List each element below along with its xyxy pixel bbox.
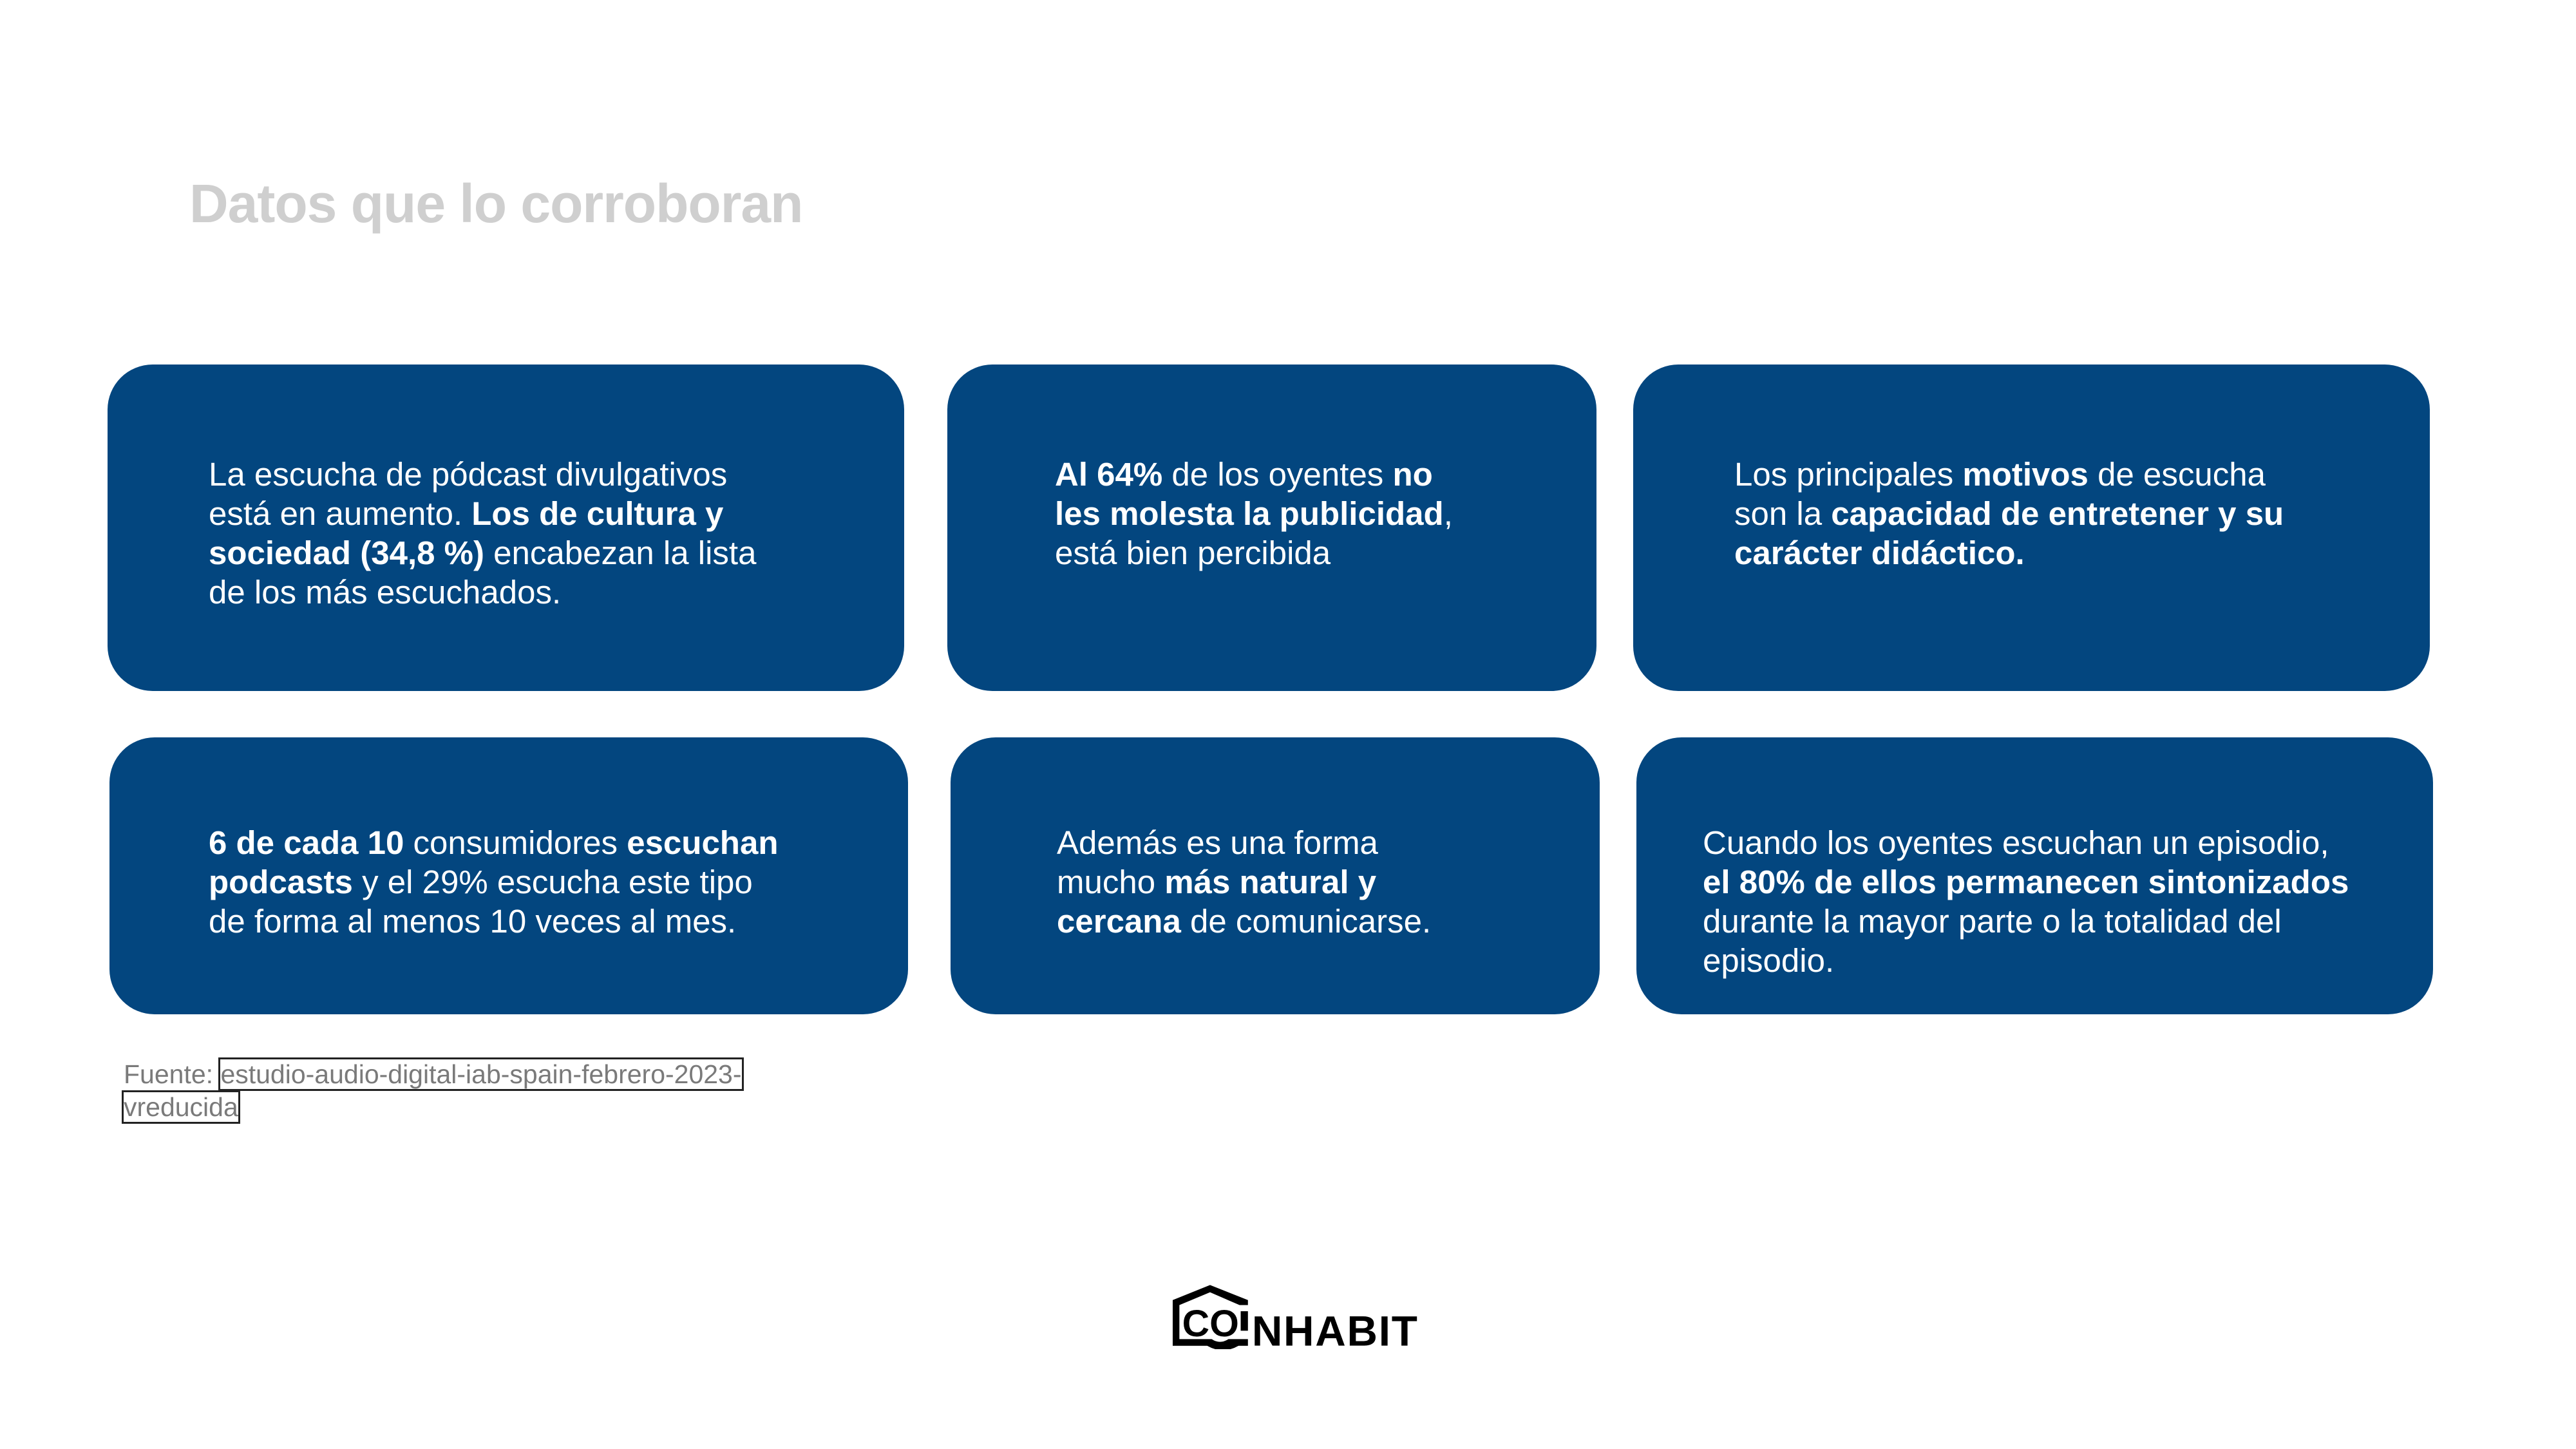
body-text: encabezan la lista xyxy=(484,535,757,571)
body-text: episodio. xyxy=(1703,942,1835,979)
stat-card-text: Cuando los oyentes escuchan un episodio,… xyxy=(1703,823,2349,980)
body-text: de comunicarse. xyxy=(1180,903,1432,940)
highlight-text: el 80% de ellos permanecen sintonizados xyxy=(1703,864,2349,900)
coinhabit-logo: CO NHABIT xyxy=(1156,1265,1446,1355)
stat-card-text: 6 de cada 10 consumidores escuchan podcas… xyxy=(209,823,778,941)
stat-card: Cuando los oyentes escuchan un episodio,… xyxy=(1636,737,2433,1014)
body-text: de forma al menos 10 veces al mes. xyxy=(209,903,737,940)
highlight-text: escuchan xyxy=(627,824,779,861)
highlight-text: motivos xyxy=(1962,456,2088,493)
highlight-text: Al 64% xyxy=(1055,456,1163,493)
svg-text:NHABIT: NHABIT xyxy=(1252,1307,1419,1349)
body-text: durante la mayor parte o la totalidad de… xyxy=(1703,903,2282,940)
body-text: está en aumento. xyxy=(209,495,472,532)
highlight-text: capacidad de entretener y su xyxy=(1831,495,2284,532)
source-note: Fuente: estudio-audio-digital-iab-spain-… xyxy=(122,1057,744,1124)
svg-text:CO: CO xyxy=(1182,1303,1239,1345)
stat-card-text: Al 64% de los oyentes no les molesta la p… xyxy=(1055,455,1453,573)
body-text: , xyxy=(1443,495,1453,532)
highlight-text: podcasts xyxy=(209,864,353,900)
stat-card: 6 de cada 10 consumidores escuchan podcas… xyxy=(109,737,908,1014)
body-text: mucho xyxy=(1057,864,1165,900)
body-text: Los principales xyxy=(1734,456,1963,493)
body-text: de los oyentes xyxy=(1162,456,1393,493)
stat-card: Al 64% de los oyentes no les molesta la p… xyxy=(947,365,1596,691)
page-title: Datos que lo corroboran xyxy=(189,173,803,234)
stat-card-text: Los principales motivos de escucha son la… xyxy=(1734,455,2284,573)
body-text: está bien percibida xyxy=(1055,535,1331,571)
stat-card: Además es una forma mucho más natural y ce… xyxy=(951,737,1600,1014)
body-text: La escucha de pódcast divulgativos xyxy=(209,456,728,493)
body-text: de escucha xyxy=(2088,456,2266,493)
highlight-text: Los de cultura y xyxy=(471,495,724,532)
stat-card-text: La escucha de pódcast divulgativos está e… xyxy=(209,455,756,612)
stat-card: La escucha de pódcast divulgativos está e… xyxy=(108,365,904,691)
highlight-text: les molesta la publicidad xyxy=(1055,495,1444,532)
highlight-text: más natural y xyxy=(1164,864,1377,900)
stat-card-text: Además es una forma mucho más natural y ce… xyxy=(1057,823,1431,941)
source-label: Fuente: xyxy=(124,1059,221,1089)
body-text: Además es una forma xyxy=(1057,824,1378,861)
body-text: de los más escuchados. xyxy=(209,574,562,611)
body-text: consumidores xyxy=(404,824,627,861)
highlight-text: 6 de cada 10 xyxy=(209,824,404,861)
highlight-text: carácter didáctico. xyxy=(1734,535,2025,571)
body-text: son la xyxy=(1734,495,1832,532)
body-text: y el 29% escucha este tipo xyxy=(352,864,753,900)
highlight-text: cercana xyxy=(1057,903,1181,940)
source-link[interactable]: estudio-audio-digital-iab-spain-febrero-… xyxy=(218,1057,744,1091)
highlight-text: sociedad (34,8 %) xyxy=(209,535,484,571)
source-link-cont[interactable]: vreducida xyxy=(122,1090,240,1124)
stat-card: Los principales motivos de escucha son la… xyxy=(1633,365,2430,691)
highlight-text: no xyxy=(1392,456,1433,493)
body-text: Cuando los oyentes escuchan un episodio, xyxy=(1703,824,2329,861)
